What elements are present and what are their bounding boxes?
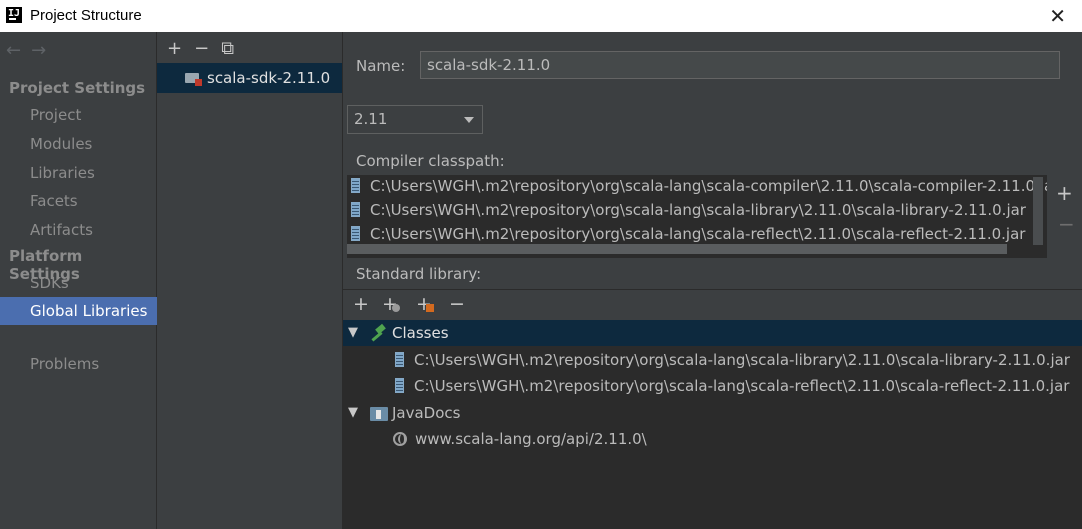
globe-icon: [393, 432, 407, 446]
forward-arrow-icon[interactable]: →: [31, 40, 46, 61]
nav-item-project[interactable]: Project: [30, 106, 81, 124]
remove-library-icon[interactable]: −: [194, 38, 209, 59]
nav-item-facets[interactable]: Facets: [30, 192, 78, 210]
javadoc-folder-icon: [370, 407, 388, 421]
javadocs-label: JavaDocs: [392, 404, 461, 422]
jar-icon: [395, 352, 404, 367]
horizontal-scrollbar[interactable]: [347, 244, 1007, 254]
list-item[interactable]: C:\Users\WGH\.m2\repository\org\scala-la…: [347, 199, 1026, 222]
expand-triangle-icon[interactable]: ▼: [348, 320, 358, 346]
vertical-scrollbar[interactable]: [1033, 177, 1043, 245]
tree-leaf[interactable]: C:\Users\WGH\.m2\repository\org\scala-la…: [391, 373, 1069, 399]
jar-icon: [351, 226, 360, 241]
divider: [343, 289, 1082, 290]
back-arrow-icon[interactable]: ←: [6, 40, 21, 61]
add-classpath-icon[interactable]: +: [1056, 181, 1073, 205]
list-item[interactable]: C:\Users\WGH\.m2\repository\org\scala-la…: [347, 175, 1047, 198]
tree-node-classes[interactable]: ▼ Classes: [343, 320, 1082, 346]
nav-item-global-libraries[interactable]: Global Libraries: [0, 297, 157, 325]
intellij-app-icon: IJ: [6, 7, 22, 23]
name-label: Name:: [356, 57, 406, 75]
nav-item-modules[interactable]: Modules: [30, 135, 92, 153]
close-icon[interactable]: ✕: [1049, 4, 1066, 28]
scala-version-select[interactable]: 2.11: [347, 105, 483, 134]
list-item[interactable]: C:\Users\WGH\.m2\repository\org\scala-la…: [347, 223, 1025, 246]
add-other-icon[interactable]: +: [416, 293, 434, 315]
classpath-side-toolbar: + −: [1047, 175, 1082, 258]
nav-item-problems[interactable]: Problems: [30, 355, 99, 373]
compiler-classpath-label: Compiler classpath:: [356, 152, 505, 170]
jar-icon: [395, 378, 404, 393]
add-url-icon[interactable]: +: [382, 293, 400, 315]
hammer-icon: [369, 323, 386, 342]
library-item-label: scala-sdk-2.11.0: [207, 69, 331, 87]
tree-leaf[interactable]: C:\Users\WGH\.m2\repository\org\scala-la…: [391, 347, 1070, 373]
tree-leaf[interactable]: www.scala-lang.org/api/2.11.0\: [393, 426, 647, 452]
standard-library-tree[interactable]: ▼ Classes C:\Users\WGH\.m2\repository\or…: [343, 320, 1082, 529]
remove-root-icon[interactable]: −: [449, 293, 465, 315]
copy-library-icon[interactable]: ⧉: [221, 38, 234, 59]
library-item[interactable]: scala-sdk-2.11.0: [157, 63, 342, 93]
add-library-icon[interactable]: +: [167, 38, 182, 59]
class-path: C:\Users\WGH\.m2\repository\org\scala-la…: [414, 351, 1070, 369]
class-path: C:\Users\WGH\.m2\repository\org\scala-la…: [414, 377, 1070, 395]
classpath-path: C:\Users\WGH\.m2\repository\org\scala-la…: [370, 201, 1026, 219]
libraries-toolbar: + − ⧉: [167, 38, 246, 59]
nav-item-sdks[interactable]: SDKs: [30, 274, 69, 292]
expand-triangle-icon[interactable]: ▼: [348, 400, 358, 426]
project-settings-header: Project Settings: [9, 79, 146, 97]
tree-node-javadocs[interactable]: ▼ JavaDocs: [343, 400, 643, 426]
scala-version-value: 2.11: [354, 110, 388, 128]
nav-item-libraries[interactable]: Libraries: [30, 164, 95, 182]
settings-navigation: ← → Project Settings Project Modules Libr…: [0, 32, 157, 529]
classpath-path: C:\Users\WGH\.m2\repository\org\scala-la…: [370, 225, 1026, 243]
chevron-down-icon: [464, 117, 474, 123]
library-folder-icon: [185, 73, 202, 86]
standard-library-label: Standard library:: [356, 265, 482, 283]
nav-item-artifacts[interactable]: Artifacts: [30, 221, 93, 239]
javadoc-url: www.scala-lang.org/api/2.11.0\: [415, 430, 647, 448]
jar-icon: [351, 202, 360, 217]
window-title: Project Structure: [30, 7, 142, 24]
libraries-pane: + − ⧉ scala-sdk-2.11.0: [157, 32, 343, 529]
classpath-path: C:\Users\WGH\.m2\repository\org\scala-la…: [370, 177, 1047, 195]
name-field[interactable]: [420, 51, 1060, 79]
title-bar: IJ Project Structure ✕: [0, 0, 1082, 32]
library-detail: Name: 2.11 Compiler classpath: C:\Users\…: [343, 32, 1082, 529]
add-root-icon[interactable]: +: [353, 293, 369, 315]
jar-icon: [351, 178, 360, 193]
remove-classpath-icon[interactable]: −: [1058, 212, 1075, 236]
classes-label: Classes: [392, 324, 449, 342]
nav-arrows: ← →: [6, 40, 56, 61]
